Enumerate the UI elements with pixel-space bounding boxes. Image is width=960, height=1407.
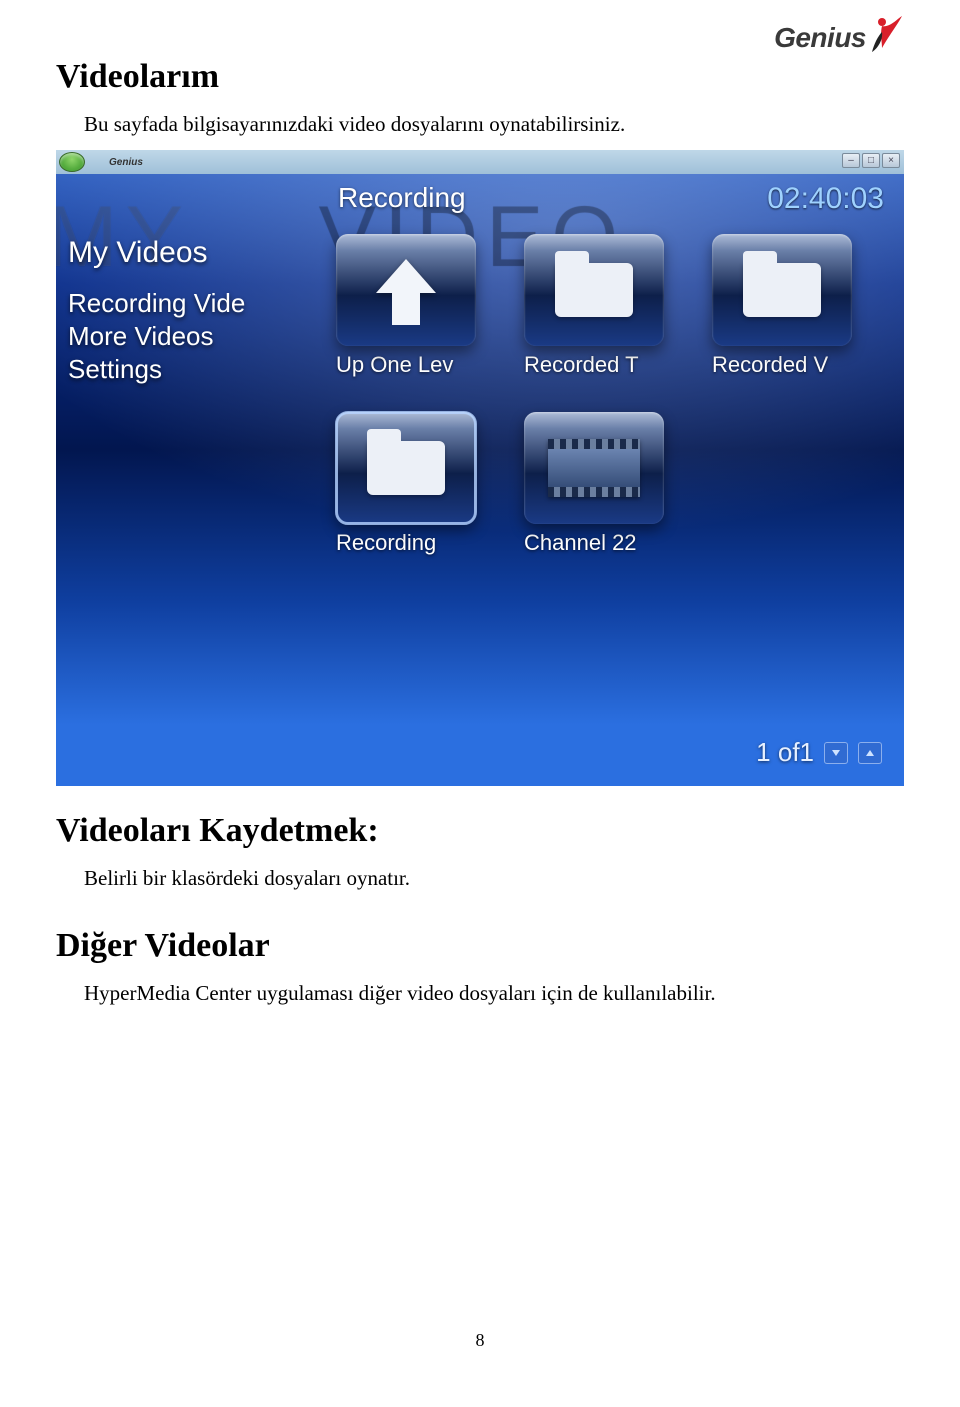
window-titlebar: Genius – □ ×	[56, 150, 904, 174]
sidebar-title: My Videos	[68, 236, 245, 270]
sidebar-item-settings[interactable]: Settings	[68, 354, 245, 385]
up-arrow-icon	[371, 255, 441, 325]
tile-recorded-v[interactable]: Recorded V	[712, 234, 852, 378]
pager-up-button[interactable]	[858, 742, 882, 764]
titlebar-brand: Genius	[109, 157, 143, 168]
tile-recording[interactable]: Recording	[336, 412, 476, 556]
folder-icon	[743, 263, 821, 317]
body-diger-videolar: HyperMedia Center uygulaması diğer video…	[84, 979, 904, 1007]
sidebar: My Videos Recording Vide More Videos Set…	[68, 236, 245, 387]
close-button[interactable]: ×	[882, 153, 900, 168]
tile-label: Recorded T	[524, 352, 664, 378]
tile-channel-22[interactable]: Channel 22	[524, 412, 664, 556]
film-icon	[548, 439, 640, 497]
section-label: Recording	[338, 182, 466, 214]
heading-diger-videolar: Diğer Videolar	[56, 927, 904, 965]
folder-icon	[367, 441, 445, 495]
home-button[interactable]	[59, 152, 85, 172]
body-videolari-kaydetmek: Belirli bir klasördeki dosyaları oynatır…	[84, 864, 904, 892]
app-body: MY VIDEO Recording 02:40:03 My Videos Re…	[56, 174, 904, 786]
tile-label: Recording	[336, 530, 476, 556]
brand-logo-mark	[868, 14, 904, 54]
brand-logo: Genius	[774, 14, 904, 54]
sidebar-item-more-videos[interactable]: More Videos	[68, 321, 245, 352]
tile-label: Recorded V	[712, 352, 852, 378]
brand-logo-text: Genius	[774, 22, 866, 54]
heading-videolarim: Videolarım	[56, 58, 904, 96]
tile-up-one-level[interactable]: Up One Lev	[336, 234, 476, 378]
pager-down-button[interactable]	[824, 742, 848, 764]
app-screenshot: Genius – □ × MY VIDEO Recording 02:40:03…	[56, 150, 904, 786]
tile-label: Up One Lev	[336, 352, 476, 378]
pager-text: 1 of1	[756, 737, 814, 768]
body-videolarim: Bu sayfada bilgisayarınızdaki video dosy…	[84, 110, 904, 138]
window-buttons: – □ ×	[842, 153, 900, 168]
folder-icon	[555, 263, 633, 317]
clock-display: 02:40:03	[767, 182, 884, 216]
tile-label: Channel 22	[524, 530, 664, 556]
heading-videolari-kaydetmek: Videoları Kaydetmek:	[56, 812, 904, 850]
page-number: 8	[0, 1330, 960, 1351]
minimize-button[interactable]: –	[842, 153, 860, 168]
pager: 1 of1	[756, 737, 882, 768]
maximize-button[interactable]: □	[862, 153, 880, 168]
tile-recorded-t[interactable]: Recorded T	[524, 234, 664, 378]
sidebar-item-recording-video[interactable]: Recording Vide	[68, 288, 245, 319]
